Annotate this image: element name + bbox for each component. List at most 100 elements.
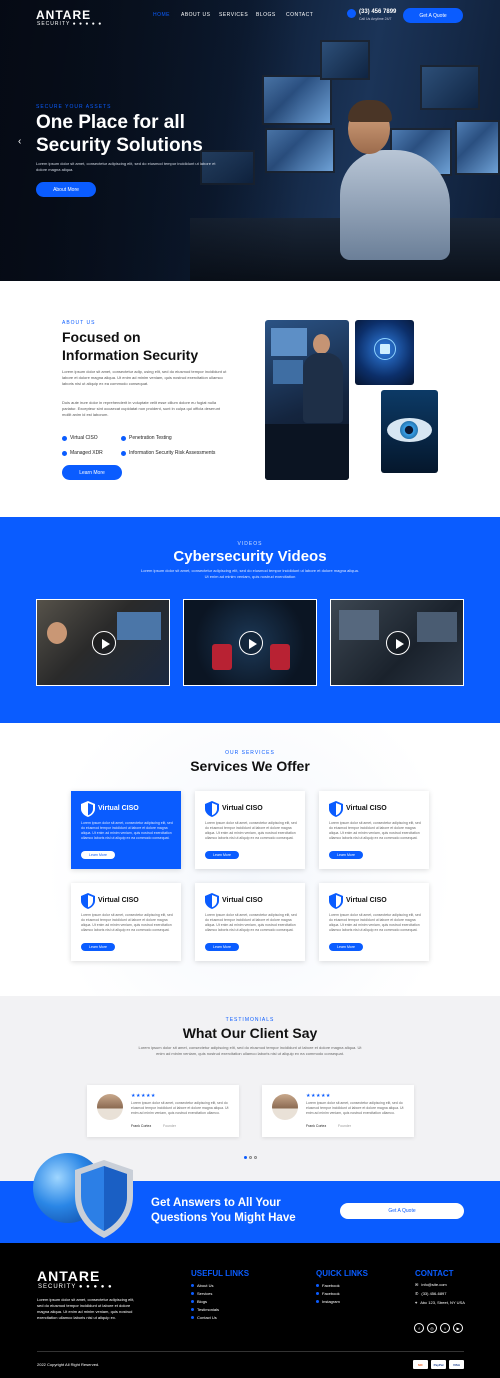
monitor-image [339, 610, 379, 640]
testimonial-name: Frank Cortez [306, 1124, 327, 1128]
nav-blogs[interactable]: BLOGS [256, 12, 276, 18]
prev-slide-chevron-left-icon[interactable]: ‹ [18, 136, 21, 147]
footer-link-label[interactable]: Blogs [197, 1299, 207, 1304]
header-phone[interactable]: (33) 456 7899 [359, 9, 396, 15]
shield-icon [205, 893, 219, 909]
service-title: Virtual CISO [98, 805, 139, 812]
service-learn-more-button[interactable]: Learn More [329, 851, 363, 859]
get-quote-button[interactable]: Get A Quote [403, 8, 463, 23]
footer-link-label[interactable]: About Us [197, 1283, 213, 1288]
footer-link-label[interactable]: Contact Us [197, 1315, 217, 1320]
footer-link-label[interactable]: Facebook [322, 1291, 340, 1296]
about-title-1: Focused on [62, 329, 141, 345]
footer-link-label[interactable]: Facebook [322, 1283, 340, 1288]
learn-more-button[interactable]: Learn More [62, 465, 122, 480]
logo[interactable]: ANTARE [36, 8, 91, 22]
footer-link[interactable]: Instagram [316, 1299, 340, 1304]
bullet-icon [191, 1316, 194, 1319]
footer-link[interactable]: Facebook [316, 1283, 340, 1288]
carousel-dot[interactable] [249, 1156, 252, 1159]
video-thumbnail-2[interactable] [183, 599, 317, 686]
shield-icon [205, 801, 219, 817]
shield-icon [75, 1160, 133, 1238]
service-text: Lorem ipsum dolor sit amet, consectetur … [205, 913, 297, 932]
monitor-image [455, 120, 500, 175]
footer-link[interactable]: Services [191, 1291, 212, 1296]
play-icon[interactable] [92, 631, 116, 655]
contact-email-label[interactable]: info@site.com [421, 1282, 446, 1287]
footer-link[interactable]: Testimonials [191, 1307, 219, 1312]
service-learn-more-button[interactable]: Learn More [205, 943, 239, 951]
footer-link[interactable]: Facebook [316, 1291, 340, 1296]
check-icon [121, 450, 126, 456]
cta-get-quote-button[interactable]: Get A Quote [340, 1203, 464, 1219]
nav-services[interactable]: SERVICES [219, 12, 248, 18]
nav-about[interactable]: ABOUT US [181, 12, 210, 18]
visa-icon: VISA [449, 1360, 464, 1369]
contact-title: CONTACT [415, 1269, 454, 1278]
footer-link-label[interactable]: Testimonials [197, 1307, 219, 1312]
service-learn-more-button[interactable]: Learn More [329, 943, 363, 951]
footer-link[interactable]: About Us [191, 1283, 213, 1288]
carousel-dot-active[interactable] [244, 1156, 247, 1159]
footer-link[interactable]: Blogs [191, 1299, 207, 1304]
cta-title-1: Get Answers to All Your [151, 1197, 281, 1209]
service-text: Lorem ipsum dolor sit amet, consectetur … [81, 821, 173, 840]
service-learn-more-button[interactable]: Learn More [205, 851, 239, 859]
service-card[interactable]: Virtual CISO Lorem ipsum dolor sit amet,… [71, 791, 181, 869]
service-card[interactable]: Virtual CISO Lorem ipsum dolor sit amet,… [319, 883, 429, 961]
testimonials-title: What Our Client Say [182, 1025, 318, 1041]
testimonial-card: ★★★★★ Lorem ipsum dolor sit amet, consec… [87, 1085, 239, 1137]
bullet-icon [191, 1308, 194, 1311]
service-title: Virtual CISO [346, 897, 387, 904]
feature-label: Virtual CISO [70, 435, 98, 441]
padlock-image [355, 320, 414, 385]
monitor-image [320, 40, 370, 80]
instagram-icon[interactable]: ◎ [427, 1323, 437, 1333]
monitor-image [420, 65, 480, 110]
videos-text: Lorem ipsum dolor sit amet, consectetur … [141, 568, 359, 579]
twitter-icon[interactable]: t [440, 1323, 450, 1333]
facebook-icon[interactable]: f [414, 1323, 424, 1333]
iris-image [400, 421, 418, 439]
contact-phone-label[interactable]: (33) 456-6897 [421, 1291, 446, 1296]
video-thumbnail-1[interactable] [36, 599, 170, 686]
play-icon[interactable] [239, 631, 263, 655]
footer-logo[interactable]: ANTARE [37, 1268, 100, 1284]
play-icon[interactable] [386, 631, 410, 655]
youtube-icon[interactable]: ▶ [453, 1323, 463, 1333]
bullet-icon [191, 1292, 194, 1295]
contact-phone[interactable]: ✆ (33) 456-6897 [415, 1291, 447, 1296]
cta-title-2: Questions You Might Have [151, 1212, 296, 1224]
service-learn-more-button[interactable]: Learn More [81, 943, 115, 951]
copyright: 2022 Copyright All Right Reserved. [37, 1362, 100, 1367]
service-card[interactable]: Virtual CISO Lorem ipsum dolor sit amet,… [195, 791, 305, 869]
about-more-button[interactable]: About More [36, 182, 96, 197]
service-learn-more-button[interactable]: Learn More [81, 851, 115, 859]
service-card[interactable]: Virtual CISO Lorem ipsum dolor sit amet,… [71, 883, 181, 961]
feature-item: Information Security Risk Assessments [121, 450, 215, 456]
footer-link-label[interactable]: Instagram [322, 1299, 340, 1304]
services-title: Services We Offer [190, 758, 310, 774]
person-image [340, 150, 450, 260]
footer-link[interactable]: Contact Us [191, 1315, 217, 1320]
service-card[interactable]: Virtual CISO Lorem ipsum dolor sit amet,… [195, 883, 305, 961]
email-icon: ✉ [415, 1282, 419, 1287]
about-eyebrow: ABOUT US [62, 320, 96, 326]
video-thumbnail-3[interactable] [330, 599, 464, 686]
person-body-image [303, 353, 343, 423]
service-title: Virtual CISO [98, 897, 139, 904]
hero-title-1: One Place for all [36, 112, 185, 133]
carousel-dot[interactable] [254, 1156, 257, 1159]
nav-home[interactable]: HOME [153, 12, 170, 18]
testimonial-role: Founder [338, 1124, 352, 1128]
avatar [272, 1094, 298, 1120]
testimonial-name: Frank Cortez [131, 1124, 152, 1128]
contact-email[interactable]: ✉ info@site.com [415, 1282, 447, 1287]
footer-link-label[interactable]: Services [197, 1291, 212, 1296]
service-text: Lorem ipsum dolor sit amet, consectetur … [205, 821, 297, 840]
contact-address: ⌖ Abc 123, Street, NY USA [415, 1300, 465, 1305]
nav-contact[interactable]: CONTACT [286, 12, 313, 18]
monitor-image [271, 328, 307, 356]
service-card[interactable]: Virtual CISO Lorem ipsum dolor sit amet,… [319, 791, 429, 869]
